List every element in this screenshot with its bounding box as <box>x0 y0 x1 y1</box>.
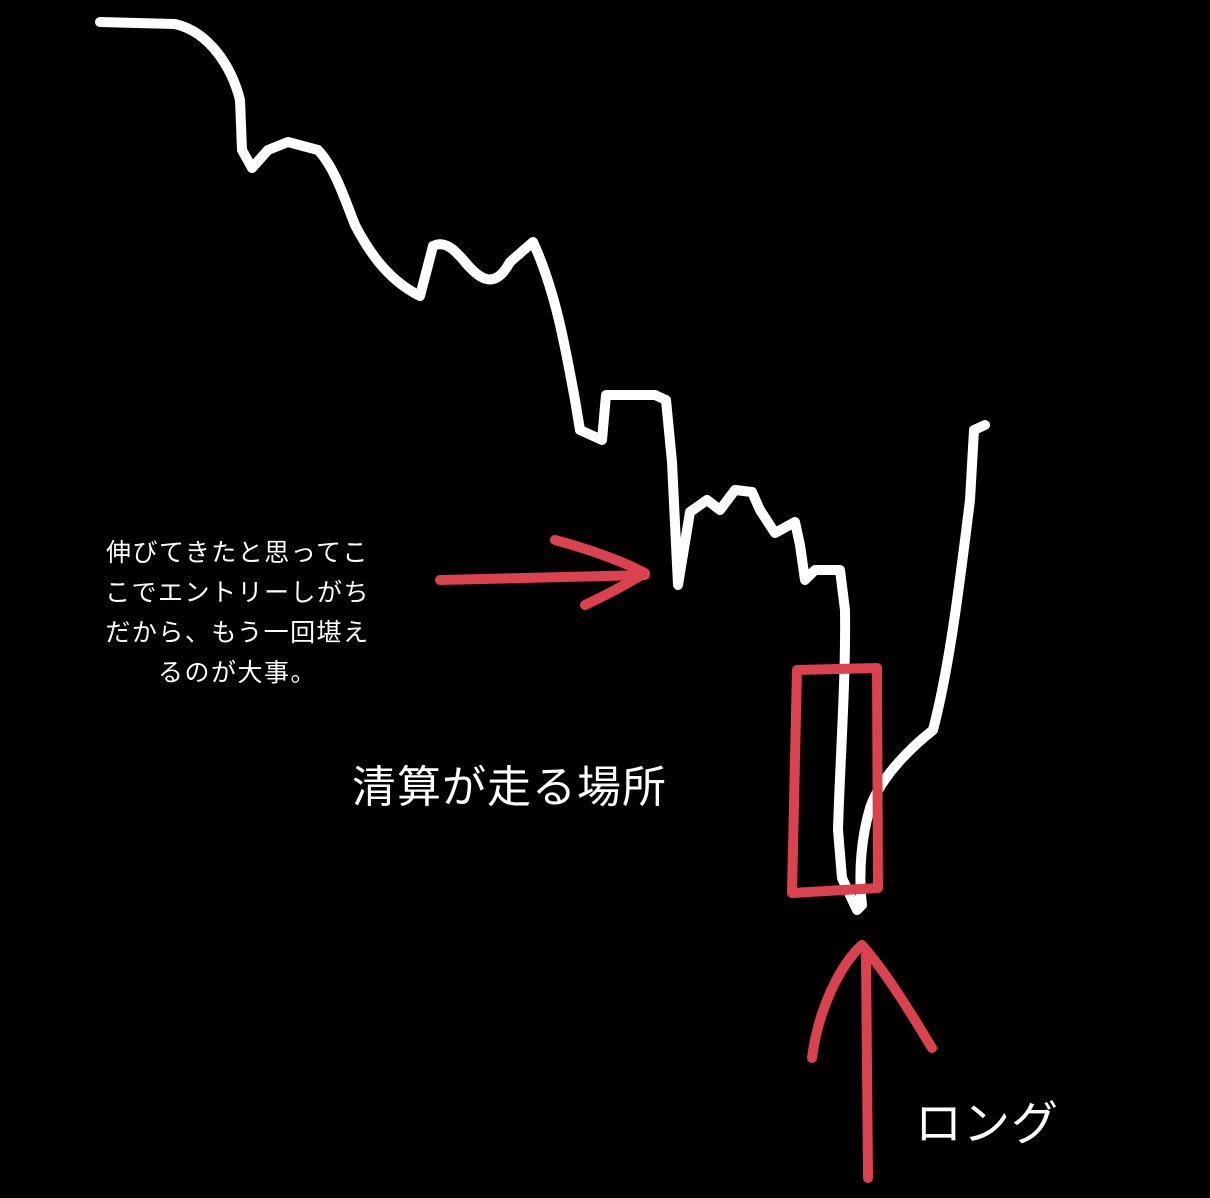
entry-warning-note: 伸びてきたと思ってこ こでエントリーしがち だから、もう一回堪え るのが大事。 <box>80 533 395 693</box>
entry-warning-line: だから、もう一回堪え <box>105 618 370 647</box>
diagram-canvas: 伸びてきたと思ってこ こでエントリーしがち だから、もう一回堪え るのが大事。 … <box>0 0 1210 1198</box>
entry-arrow-shaft <box>435 570 650 585</box>
entry-warning-line: こでエントリーしがち <box>104 578 370 607</box>
entry-warning-line: るのが大事。 <box>157 658 317 687</box>
liquidation-zone-label: 清算が走る場所 <box>352 762 667 813</box>
entry-warning-line: 伸びてきたと思ってこ <box>105 538 369 567</box>
long-arrow-shaft <box>861 950 873 1183</box>
long-arrow-head <box>807 940 937 1063</box>
long-label: ロング <box>915 1097 1059 1152</box>
